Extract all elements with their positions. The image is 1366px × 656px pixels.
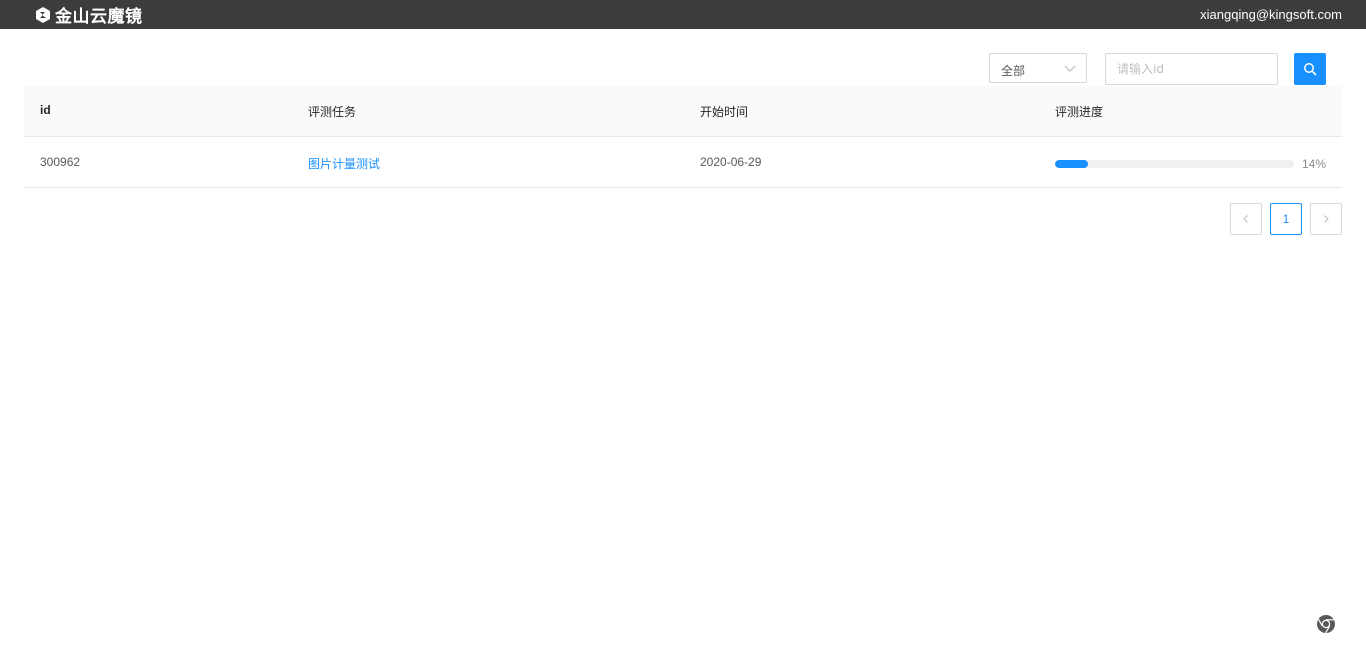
row-start-time: 2020-06-29 bbox=[700, 155, 762, 169]
logo-mark-icon bbox=[36, 6, 50, 23]
search-button[interactable] bbox=[1294, 53, 1326, 85]
column-header-progress[interactable]: 评测进度 bbox=[1055, 103, 1103, 120]
column-header-start-time[interactable]: 开始时间 bbox=[700, 103, 748, 120]
row-progress: 14% bbox=[1055, 157, 1342, 171]
logo-text: 金山云魔镜 bbox=[55, 7, 143, 27]
page-number-button[interactable]: 1 bbox=[1270, 203, 1302, 235]
progress-text: 14% bbox=[1302, 157, 1327, 171]
column-header-task[interactable]: 评测任务 bbox=[308, 103, 356, 120]
prev-page-button[interactable] bbox=[1230, 203, 1262, 235]
row-task-link[interactable]: 图片计量测试 bbox=[308, 155, 380, 172]
user-email[interactable]: xiangqing@kingsoft.com bbox=[1200, 7, 1342, 22]
search-input[interactable] bbox=[1105, 53, 1278, 85]
table-header: id 评测任务 开始时间 评测进度 bbox=[24, 86, 1342, 137]
filter-select-value: 全部 bbox=[1001, 64, 1026, 78]
filter-select[interactable]: 全部 bbox=[989, 53, 1087, 83]
chevron-right-icon bbox=[1324, 215, 1329, 223]
tasks-table: id 评测任务 开始时间 评测进度 300962 图片计量测试 2020-06-… bbox=[24, 86, 1342, 188]
next-page-button[interactable] bbox=[1310, 203, 1342, 235]
search-icon bbox=[1304, 63, 1317, 76]
pagination: 1 bbox=[1230, 203, 1342, 235]
table-row: 300962 图片计量测试 2020-06-29 14% bbox=[24, 137, 1342, 188]
row-id: 300962 bbox=[40, 155, 81, 169]
progress-track bbox=[1055, 160, 1294, 168]
app-logo[interactable]: 金山云魔镜 bbox=[34, 4, 143, 27]
chrome-icon[interactable] bbox=[1316, 614, 1336, 634]
chevron-down-icon bbox=[1064, 65, 1076, 72]
progress-fill bbox=[1055, 160, 1089, 168]
top-bar: 金山云魔镜 xiangqing@kingsoft.com bbox=[0, 0, 1366, 29]
chevron-left-icon bbox=[1243, 215, 1248, 223]
column-header-id[interactable]: id bbox=[40, 103, 51, 117]
